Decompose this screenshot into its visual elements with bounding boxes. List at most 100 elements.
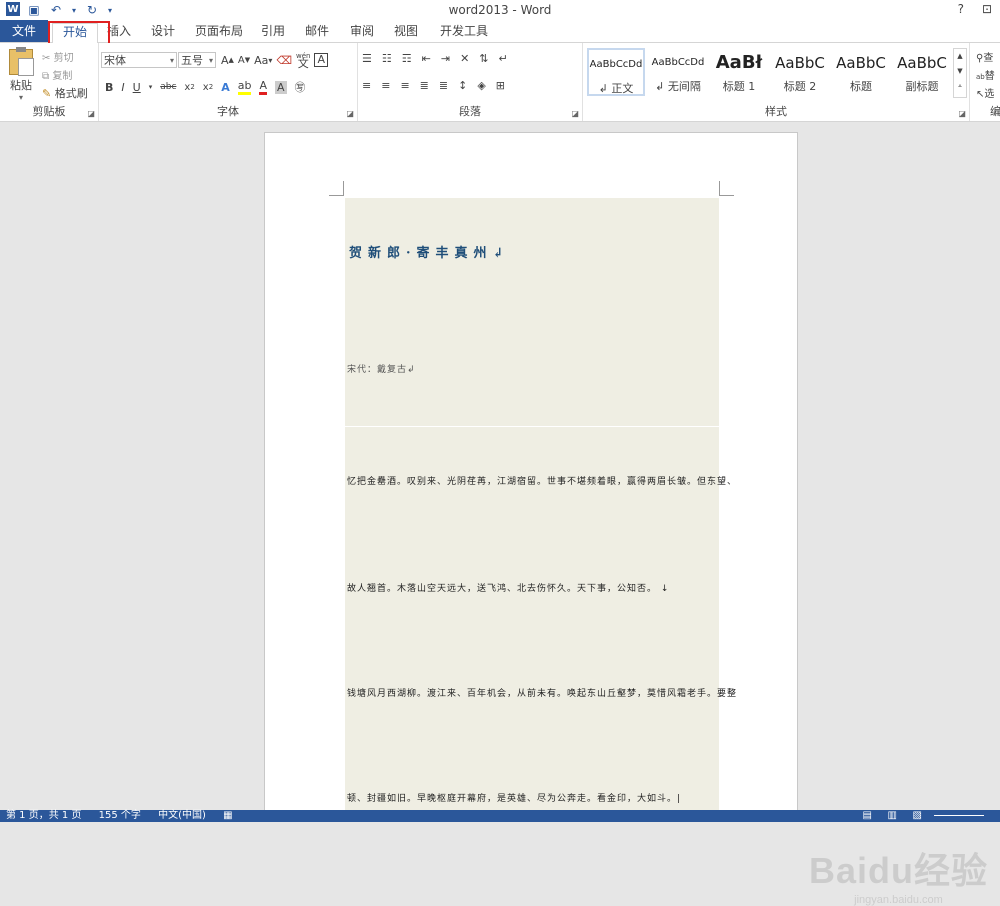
multilevel-list-icon[interactable]: ☶ <box>402 52 412 65</box>
distributed-icon[interactable]: ≣ <box>439 79 448 92</box>
brush-icon: ✎ <box>42 87 52 100</box>
styles-scroller[interactable]: ▲ ▼ ⩡ <box>953 48 967 98</box>
tab-view[interactable]: 视图 <box>391 23 421 42</box>
phonetic-guide-button[interactable]: wén 文 <box>296 52 310 69</box>
dropdown-icon[interactable]: ▾ <box>149 83 153 91</box>
document-page[interactable]: 贺新郎·寄丰真州↲ 宋代：戴复古↲ 忆把金罍酒。叹别来、光阴荏苒，江湖宿留。世事… <box>264 132 798 822</box>
tab-review[interactable]: 审阅 <box>347 23 377 42</box>
web-layout-icon[interactable]: ▧ <box>913 810 922 822</box>
language-indicator[interactable]: 中文(中国) <box>158 810 206 821</box>
word-count[interactable]: 155 个字 <box>99 810 141 821</box>
zoom-slider[interactable] <box>934 815 984 816</box>
text-effects-icon[interactable]: A <box>221 81 230 94</box>
chevron-down-icon: ▾ <box>208 56 213 65</box>
style-heading-2[interactable]: AaBbC 标题 2 <box>771 48 829 96</box>
editing-group: ⚲查 ab替 ↖选 编 <box>970 43 1000 121</box>
enclose-characters-icon[interactable]: ㊢ <box>295 79 306 95</box>
character-shading-icon[interactable]: A <box>274 80 287 94</box>
tab-developer[interactable]: 开发工具 <box>436 23 492 42</box>
macro-icon[interactable]: ▦ <box>223 810 232 821</box>
find-button[interactable]: ⚲查 <box>976 49 993 64</box>
font-launcher-icon[interactable]: ◪ <box>346 109 354 118</box>
doc-title: 贺新郎·寄丰真州↲ <box>349 246 510 261</box>
character-border-button[interactable]: A <box>314 53 328 67</box>
doc-line: 忆把金罍酒。叹别来、光阴荏苒，江湖宿留。世事不堪频着眼，赢得两眉长皱。但东望、 <box>347 477 738 487</box>
bold-icon[interactable]: B <box>105 81 113 94</box>
strikethrough-icon[interactable]: abc <box>160 82 176 92</box>
format-painter-button[interactable]: ✎ 格式刷 <box>42 85 88 101</box>
crop-mark <box>329 181 344 196</box>
styles-group: AaBbCcDd ↲ 正文 AaBbCcDd ↲ 无间隔 AaBł 标题 1 A… <box>583 43 970 121</box>
align-left-icon[interactable]: ≡ <box>362 79 371 92</box>
tab-insert[interactable]: 插入 <box>104 23 134 42</box>
shrink-font-icon[interactable]: A ▼ <box>238 55 250 66</box>
tab-page-layout[interactable]: 页面布局 <box>193 23 245 42</box>
grow-font-icon[interactable]: A ▲ <box>221 54 234 67</box>
style-title[interactable]: AaBbC 标题 <box>832 48 890 96</box>
status-bar: 第 1 页，共 1 页 155 个字 中文(中国) ▦ ▤ ▥ ▧ <box>0 810 1000 822</box>
superscript-icon[interactable]: x2 <box>203 82 213 93</box>
style-subtitle[interactable]: AaBbC 副标题 <box>893 48 951 96</box>
align-right-icon[interactable]: ≡ <box>400 79 409 92</box>
tab-file[interactable]: 文件 <box>0 20 48 42</box>
show-marks-icon[interactable]: ↵ <box>499 52 508 65</box>
font-size-combo[interactable]: 五号 ▾ <box>178 52 216 68</box>
paragraph-group: ☰ ☷ ☶ ⇤ ⇥ ✕ ⇅ ↵ ≡ ≡ ≡ ≣ ≣ ↕ ◈ ⊞ 段落 ◪ <box>358 43 583 121</box>
doc-line: 故人翘首。木落山空天远大，送飞鸿、北去伤怀久。天下事，公知否。 ↓ <box>347 584 670 594</box>
align-center-icon[interactable]: ≡ <box>381 79 390 92</box>
print-layout-icon[interactable]: ▥ <box>888 810 897 822</box>
clipboard-icon <box>9 47 34 76</box>
chevron-down-icon[interactable]: ▼ <box>954 64 966 79</box>
clipboard-launcher-icon[interactable]: ◪ <box>87 109 95 118</box>
crop-mark <box>719 181 734 196</box>
justify-icon[interactable]: ≣ <box>420 79 429 92</box>
read-mode-icon[interactable]: ▤ <box>863 810 872 822</box>
tab-design[interactable]: 设计 <box>148 23 178 42</box>
sort-icon[interactable]: ⇅ <box>479 52 488 65</box>
underline-icon[interactable]: U <box>133 81 141 94</box>
line-spacing-icon[interactable]: ↕ <box>458 79 467 92</box>
doc-line: 顿、封疆如旧。早晚枢庭开幕府，是英雄、尽为公奔走。看金印，大如斗。| <box>347 794 682 804</box>
numbering-icon[interactable]: ☷ <box>382 52 392 65</box>
clear-formatting-icon[interactable]: ⌫ <box>276 54 292 67</box>
paste-button[interactable]: 粘贴 ▾ <box>6 47 36 102</box>
document-canvas: 贺新郎·寄丰真州↲ 宋代：戴复古↲ 忆把金罍酒。叹别来、光阴荏苒，江湖宿留。世事… <box>0 122 1000 906</box>
copy-button[interactable]: ⧉ 复制 <box>42 67 72 82</box>
font-name-combo[interactable]: 宋体 ▾ <box>101 52 177 68</box>
ribbon: 粘贴 ▾ ✂ 剪切 ⧉ 复制 ✎ 格式刷 剪贴板 ◪ 宋体 ▾ 五号 ▾ A ▲ A ▼… <box>0 43 1000 122</box>
cut-button[interactable]: ✂ 剪切 <box>42 49 74 64</box>
editing-group-label: 编 <box>990 105 1000 118</box>
tab-references[interactable]: 引用 <box>258 23 288 42</box>
chevron-up-icon[interactable]: ▲ <box>954 49 966 64</box>
style-heading-1[interactable]: AaBł 标题 1 <box>710 48 768 96</box>
styles-launcher-icon[interactable]: ◪ <box>958 109 966 118</box>
increase-indent-icon[interactable]: ⇥ <box>441 52 450 65</box>
select-button[interactable]: ↖选 <box>976 85 994 100</box>
replace-button[interactable]: ab替 <box>976 67 995 82</box>
shading-icon[interactable]: ◈ <box>477 79 485 92</box>
tab-home[interactable]: 开始 <box>52 23 98 43</box>
italic-icon[interactable]: I <box>121 81 124 94</box>
paragraph-launcher-icon[interactable]: ◪ <box>571 109 579 118</box>
tab-mailings[interactable]: 邮件 <box>302 23 332 42</box>
change-case-button[interactable]: Aa ▾ <box>254 54 272 67</box>
page-count[interactable]: 第 1 页，共 1 页 <box>6 810 81 821</box>
chinese-layout-icon[interactable]: ✕ <box>460 52 469 65</box>
styles-group-label: 样式 <box>765 105 787 118</box>
font-color-icon[interactable]: A <box>259 79 267 95</box>
style-normal[interactable]: AaBbCcDd ↲ 正文 <box>587 48 645 96</box>
more-styles-icon[interactable]: ⩡ <box>954 79 966 94</box>
highlight-icon[interactable]: ab <box>237 79 252 95</box>
font-group: 宋体 ▾ 五号 ▾ A ▲ A ▼ Aa ▾ ⌫ wén 文 A B I U ▾ abc x… <box>99 43 358 121</box>
ribbon-tabs: 文件 开始 插入 设计 页面布局 引用 邮件 审阅 视图 开发工具 <box>0 20 1000 43</box>
scissors-icon: ✂ <box>42 53 51 64</box>
subscript-icon[interactable]: x2 <box>184 82 194 93</box>
help-button[interactable]: ? <box>958 2 964 16</box>
borders-icon[interactable]: ⊞ <box>496 79 505 92</box>
doc-line: 钱塘风月西湖柳。渡江来、百年机会，从前未有。唤起东山丘壑梦，莫惜风霜老手。要整 <box>347 689 738 699</box>
ribbon-display-options-button[interactable]: ⊡ <box>982 2 992 16</box>
document-body[interactable]: 贺新郎·寄丰真州↲ 宋代：戴复古↲ 忆把金罍酒。叹别来、光阴荏苒，江湖宿留。世事… <box>345 198 736 821</box>
style-no-spacing[interactable]: AaBbCcDd ↲ 无间隔 <box>649 48 707 96</box>
decrease-indent-icon[interactable]: ⇤ <box>422 52 431 65</box>
bullets-icon[interactable]: ☰ <box>362 52 372 65</box>
